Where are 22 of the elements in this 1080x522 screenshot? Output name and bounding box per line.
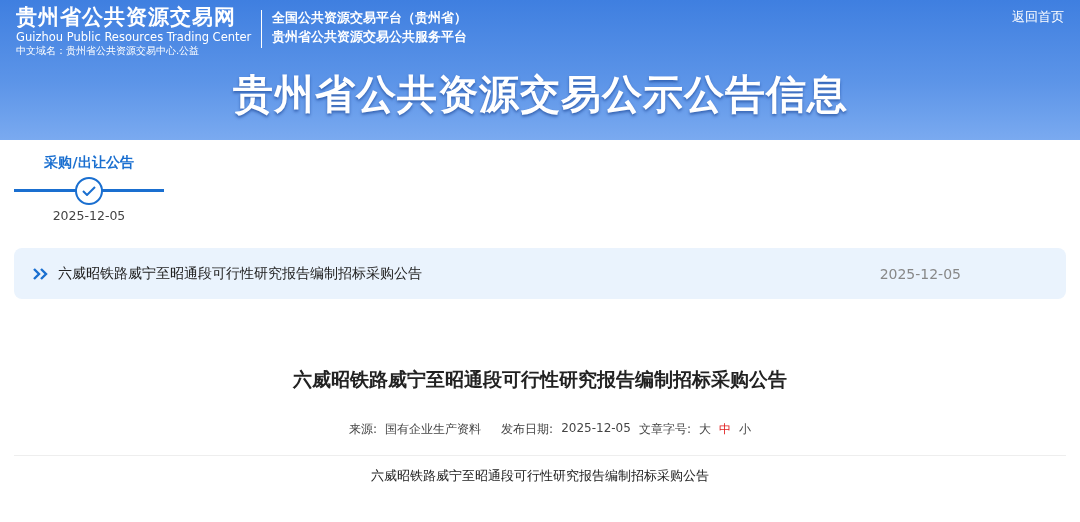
font-size-label: 文章字号: [638,421,691,438]
article-body: 六威昭铁路威宁至昭通段可行性研究报告编制招标采购公告 [370,468,710,485]
article-title: 六威昭铁路威宁至昭通段可行性研究报告编制招标采购公告 [292,367,788,392]
font-size-option[interactable]: 小 [738,421,751,438]
font-size-option[interactable]: 中 [718,421,731,438]
notice-link[interactable]: 六威昭铁路威宁至昭通段可行性研究报告编制招标采购公告 [58,264,422,283]
chevrons-icon [32,267,50,280]
font-size-option[interactable]: 大 [698,421,711,438]
banner-title: 贵州省公共资源交易公示公告信息 [231,70,849,119]
home-link[interactable]: 返回首页 [1012,4,1064,26]
date-value: 2025-12-05 [561,421,631,437]
platform-name: 贵州省公共资源交易公共服务平台 [272,29,468,46]
step-label: 采购/出让公告 [44,154,134,172]
site-name-english: Guizhou Public Resources Trading Center [16,30,252,44]
step-date: 2025-12-05 [52,208,126,223]
notice-date: 2025-12-05 [879,265,961,282]
domain-text: 中文域名：贵州省公共资源交易中心.公益 [16,44,201,57]
platform-name: 全国公共资源交易平台（贵州省） [272,10,468,27]
date-label: 发布日期: [501,421,554,438]
source-label: 来源: [349,421,378,438]
source-value: 国有企业生产资料 [385,421,482,438]
site-name: 贵州省公共资源交易网 [16,4,237,30]
